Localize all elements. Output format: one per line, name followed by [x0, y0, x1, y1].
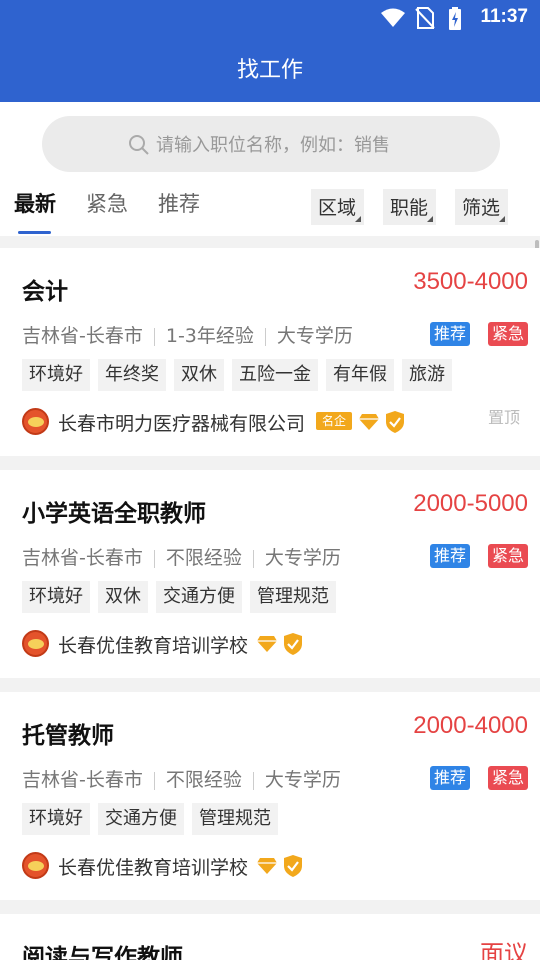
job-tag: 旅游: [402, 359, 452, 391]
job-salary: 2000-4000: [413, 712, 528, 739]
active-tab-indicator: [18, 231, 51, 234]
job-meta: 吉林省-长春市 1-3年经验 大专学历: [22, 321, 353, 348]
job-location: 吉林省-长春市: [22, 769, 143, 791]
job-tag: 双休: [98, 581, 148, 613]
job-meta: 吉林省-长春市 不限经验 大专学历: [22, 543, 341, 570]
job-tag: 管理规范: [250, 581, 336, 613]
job-education: 大专学历: [264, 547, 341, 569]
job-tag: 交通方便: [98, 803, 184, 835]
search-icon: [129, 135, 149, 155]
search-area: 请输入职位名称，例如：销售: [0, 102, 540, 184]
page-title: 找工作: [236, 58, 303, 83]
job-tag: 管理规范: [192, 803, 278, 835]
search-input[interactable]: 请输入职位名称，例如：销售: [42, 116, 500, 172]
recommend-badge: 推荐: [429, 322, 470, 346]
job-tag: 环境好: [22, 581, 90, 613]
job-location: 吉林省-长春市: [22, 325, 143, 347]
job-tag: 有年假: [326, 359, 394, 391]
verified-shield-icon: [284, 855, 302, 877]
job-card[interactable]: 会计 3500-4000 吉林省-长春市 1-3年经验 大专学历 推荐 紧急 环境好…: [0, 248, 540, 456]
filter-more-label: 筛选: [462, 197, 501, 219]
job-tag: 环境好: [22, 359, 90, 391]
diamond-icon: [257, 636, 277, 652]
diamond-icon: [359, 414, 379, 430]
job-tag: 五险一金: [232, 359, 318, 391]
verified-shield-icon: [386, 411, 404, 433]
company-logo: [22, 630, 49, 657]
urgent-badge: 紧急: [487, 544, 528, 568]
urgent-badge: 紧急: [487, 322, 528, 346]
job-experience: 不限经验: [165, 769, 242, 791]
company-logo: [22, 852, 49, 879]
recommend-badge: 推荐: [429, 766, 470, 790]
company-name: 长春市明力医疗器械有限公司: [58, 413, 306, 435]
job-tag: 交通方便: [156, 581, 242, 613]
company-name: 长春优佳教育培训学校: [58, 857, 249, 879]
filter-region[interactable]: 区域: [311, 189, 365, 225]
job-salary: 3500-4000: [413, 268, 528, 295]
job-tag: 年终奖: [98, 359, 166, 391]
job-tags: 环境好 交通方便 管理规范: [22, 803, 286, 835]
job-card[interactable]: 小学英语全职教师 2000-5000 吉林省-长春市 不限经验 大专学历 推荐 紧急…: [0, 470, 540, 678]
job-tag: 双休: [174, 359, 224, 391]
job-salary: 面议: [480, 941, 528, 960]
filter-more[interactable]: 筛选: [455, 189, 509, 225]
tab-recommended[interactable]: 推荐: [158, 188, 200, 218]
filter-function[interactable]: 职能: [383, 189, 437, 225]
job-education: 大专学历: [276, 325, 353, 347]
tab-latest[interactable]: 最新: [14, 188, 56, 218]
job-experience: 1-3年经验: [165, 325, 254, 347]
job-salary: 2000-5000: [413, 490, 528, 517]
filter-function-label: 职能: [390, 197, 429, 219]
diamond-icon: [257, 858, 277, 874]
company-logo: [22, 408, 49, 435]
job-meta: 吉林省-长春市 不限经验 大专学历: [22, 765, 341, 792]
job-title: 小学英语全职教师: [22, 501, 206, 527]
job-card[interactable]: 阅读与写作教师 面议: [0, 914, 540, 960]
job-education: 大专学历: [264, 769, 341, 791]
job-location: 吉林省-长春市: [22, 547, 143, 569]
recommend-badge: 推荐: [429, 544, 470, 568]
battery-charging-icon: [449, 7, 461, 30]
urgent-badge: 紧急: [487, 766, 528, 790]
filter-region-label: 区域: [318, 197, 357, 219]
job-tag: 环境好: [22, 803, 90, 835]
status-time: 11:37: [480, 6, 528, 27]
search-placeholder: 请输入职位名称，例如：销售: [156, 135, 390, 156]
job-tags: 环境好 双休 交通方便 管理规范: [22, 581, 344, 613]
verified-shield-icon: [284, 633, 302, 655]
job-tags: 环境好 年终奖 双休 五险一金 有年假 旅游: [22, 359, 460, 391]
app-header: 11:37 找工作: [0, 0, 540, 102]
tabs-bar: 最新 紧急 推荐 区域 职能 筛选: [0, 184, 540, 236]
no-sim-icon: [415, 7, 435, 29]
dropdown-triangle-icon: [355, 216, 362, 222]
job-title: 会计: [22, 279, 68, 305]
company-name: 长春优佳教育培训学校: [58, 635, 249, 657]
job-card[interactable]: 托管教师 2000-4000 吉林省-长春市 不限经验 大专学历 推荐 紧急 环境好…: [0, 692, 540, 900]
wifi-icon: [381, 8, 405, 27]
status-bar: 11:37: [0, 0, 540, 36]
dropdown-triangle-icon: [499, 216, 506, 222]
job-experience: 不限经验: [165, 547, 242, 569]
famous-company-badge: 名企: [316, 412, 352, 430]
pinned-label: 置顶: [487, 408, 520, 427]
dropdown-triangle-icon: [427, 216, 434, 222]
job-title: 托管教师: [22, 723, 114, 749]
tab-urgent[interactable]: 紧急: [86, 188, 128, 218]
job-title: 阅读与写作教师: [22, 945, 183, 960]
